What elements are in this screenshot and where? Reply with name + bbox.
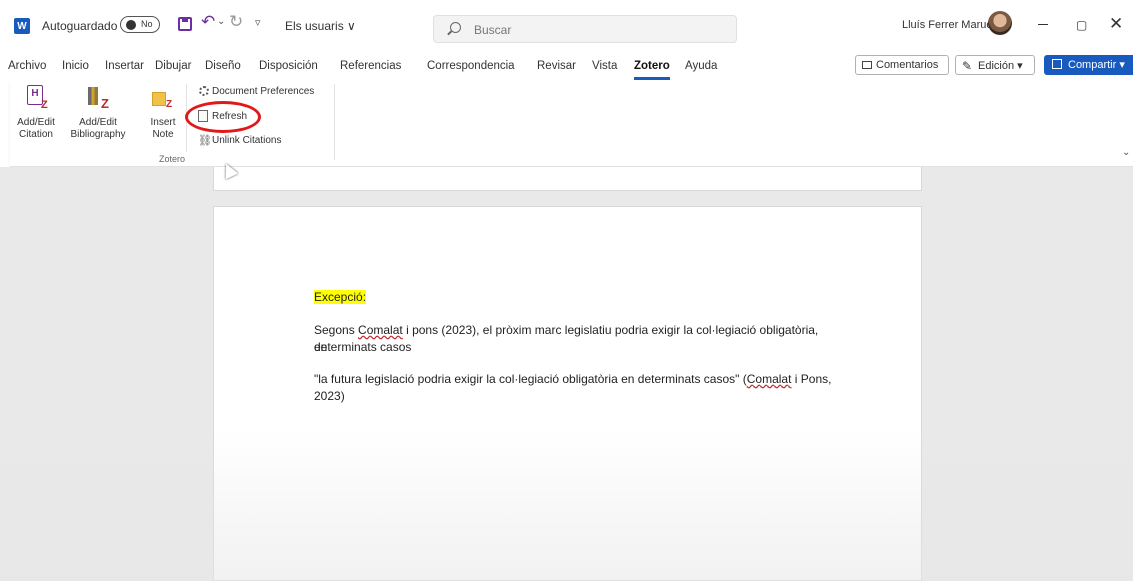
paragraph-2[interactable]: "la futura legislació podria exigir la c… <box>314 371 834 388</box>
avatar[interactable] <box>988 11 1012 35</box>
tab-inicio[interactable]: Inicio <box>62 60 89 72</box>
tab-vista[interactable]: Vista <box>592 60 617 72</box>
redo-icon[interactable]: ↻ <box>229 12 243 32</box>
tab-insertar[interactable]: Insertar <box>105 60 144 72</box>
tab-dibujar[interactable]: Dibujar <box>155 60 191 72</box>
undo-dropdown-icon[interactable]: ⌄ <box>217 16 225 27</box>
refresh-annotation-circle <box>185 101 261 133</box>
add-bibliography-line1: Add/Edit <box>79 117 117 128</box>
autosave-state: No <box>141 19 153 29</box>
unlink-citations-button[interactable]: Unlink Citations <box>212 135 281 146</box>
customize-toolbar-icon[interactable]: ▿ <box>255 16 261 29</box>
tab-archivo[interactable]: Archivo <box>8 60 46 72</box>
tab-diseno[interactable]: Diseño <box>205 60 241 72</box>
share-label: Compartir ▾ <box>1068 59 1125 71</box>
p2-after: i Pons, <box>791 372 832 386</box>
add-citation-line2: Citation <box>19 129 53 140</box>
heading-text[interactable]: Excepció: <box>314 289 367 306</box>
unlink-icon: ⛓ <box>198 135 212 147</box>
insert-note-line2: Note <box>152 129 174 140</box>
word-app-icon[interactable]: W <box>14 18 30 34</box>
editing-mode-button[interactable]: ✎ Edición ▾ <box>955 55 1035 75</box>
search-placeholder: Buscar <box>474 23 512 37</box>
add-bibliography-line2: Bibliography <box>70 129 126 140</box>
document-name[interactable]: Els usuaris ∨ <box>285 19 356 33</box>
restore-icon[interactable]: ▢ <box>1076 18 1087 32</box>
add-edit-bibliography-button[interactable]: Add/Edit Bibliography <box>66 117 130 141</box>
document-preferences-button[interactable]: Document Preferences <box>212 86 314 97</box>
paragraph-2-line2[interactable]: 2023) <box>314 388 345 405</box>
undo-icon[interactable]: ↶ <box>201 12 215 32</box>
share-icon <box>1052 59 1062 69</box>
editing-label: Edición ▾ <box>978 60 1023 72</box>
tab-ayuda[interactable]: Ayuda <box>685 60 717 72</box>
comments-label: Comentarios <box>876 59 939 71</box>
share-button[interactable]: Compartir ▾ <box>1044 55 1133 75</box>
p2-before: "la futura legislació podria exigir la c… <box>314 372 747 386</box>
previous-page <box>213 167 922 191</box>
tab-referencias[interactable]: Referencias <box>340 60 401 72</box>
tab-zotero[interactable]: Zotero <box>634 60 670 72</box>
comment-icon <box>862 61 872 69</box>
comments-button[interactable]: Comentarios <box>855 55 949 75</box>
paragraph-1-line2[interactable]: determinats casos <box>314 339 411 356</box>
minimize-icon[interactable] <box>1038 24 1048 25</box>
zotero-z-icon: Z <box>41 99 48 111</box>
ribbon-collapse-icon[interactable]: ⌄ <box>1122 147 1130 158</box>
insert-note-icon[interactable] <box>152 92 166 106</box>
search-input[interactable]: Buscar <box>433 15 737 43</box>
autosave-label: Autoguardado <box>42 19 118 33</box>
add-edit-citation-button[interactable]: Add/Edit Citation <box>15 117 57 141</box>
insert-note-line1: Insert <box>150 117 176 128</box>
pencil-icon: ✎ <box>962 59 973 73</box>
toggle-knob <box>126 20 136 30</box>
bibliography-books-icon[interactable] <box>88 87 98 105</box>
gear-icon <box>199 86 209 96</box>
title-bar: W Autoguardado No ↶ ⌄ ↻ ▿ Els usuaris ∨ … <box>0 0 1133 50</box>
highlighted-heading: Excepció: <box>314 290 367 304</box>
autosave-toggle[interactable]: No <box>120 16 160 33</box>
zotero-group-label: Zotero <box>159 154 186 164</box>
close-icon[interactable]: ✕ <box>1109 14 1123 34</box>
p1-author: Comalat <box>358 323 403 337</box>
tab-disposicion[interactable]: Disposición <box>259 60 318 72</box>
ribbon-separator <box>334 84 335 160</box>
insert-note-button[interactable]: Insert Note <box>143 117 183 141</box>
add-citation-line1: Add/Edit <box>17 117 55 128</box>
tab-revisar[interactable]: Revisar <box>537 60 576 72</box>
save-icon[interactable] <box>178 17 192 31</box>
zotero-z-icon: Z <box>166 99 173 110</box>
tab-correspondencia[interactable]: Correspondencia <box>427 60 515 72</box>
p1-before: Segons <box>314 323 359 337</box>
zotero-z-icon: Z <box>101 96 109 111</box>
search-icon <box>450 22 461 33</box>
p2-author: Comalat <box>746 372 792 386</box>
